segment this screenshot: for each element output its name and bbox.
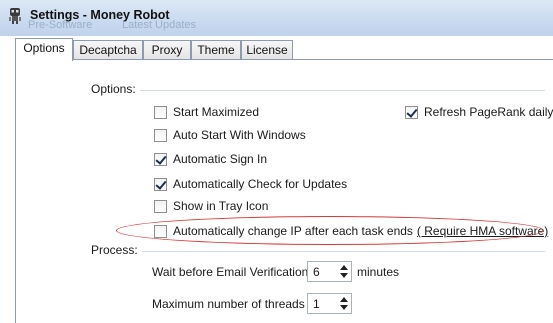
- chevron-down-icon[interactable]: [340, 305, 348, 310]
- group-divider: [140, 90, 545, 91]
- chevron-down-icon[interactable]: [340, 273, 348, 278]
- checkbox-label: Start Maximized: [173, 105, 260, 119]
- stepper-buttons[interactable]: [338, 294, 351, 313]
- tray-icon-checkbox[interactable]: Show in Tray Icon: [154, 198, 268, 214]
- background-text: Pre-Software: [28, 19, 93, 31]
- tab-license[interactable]: License: [241, 40, 293, 60]
- background-text: Latest Updates: [122, 19, 196, 31]
- tab-proxy[interactable]: Proxy: [143, 40, 191, 60]
- group-divider: [142, 251, 545, 252]
- checkbox-label: Show in Tray Icon: [173, 199, 269, 213]
- checkbox-label: Auto Start With Windows: [173, 128, 306, 142]
- checkbox-box[interactable]: [154, 199, 167, 213]
- minutes-unit: minutes: [357, 265, 400, 279]
- checkbox-box[interactable]: [154, 177, 167, 191]
- tab-theme[interactable]: Theme: [191, 40, 241, 60]
- checkbox-label: Refresh PageRank daily: [424, 105, 553, 119]
- max-threads-label: Maximum number of threads: [152, 297, 305, 311]
- chevron-up-icon[interactable]: [340, 265, 348, 270]
- email-wait-label: Wait before Email Verification:: [152, 265, 312, 279]
- title-bar: Settings - Money Robot Pre-Software Late…: [0, 0, 553, 36]
- options-group-label: Options:: [91, 82, 136, 96]
- checkbox-box[interactable]: [154, 152, 167, 166]
- stepper-value[interactable]: 6: [313, 265, 320, 279]
- process-group-label: Process:: [91, 243, 138, 257]
- check-updates-checkbox[interactable]: Automatically Check for Updates: [154, 176, 347, 192]
- checkbox-label: Automatically Check for Updates: [173, 177, 348, 191]
- auto-start-checkbox[interactable]: Auto Start With Windows: [154, 127, 306, 143]
- stepper-value[interactable]: 1: [313, 297, 320, 311]
- refresh-pagerank-checkbox[interactable]: Refresh PageRank daily: [405, 104, 553, 120]
- checkbox-box[interactable]: [154, 105, 167, 119]
- chevron-up-icon[interactable]: [340, 297, 348, 302]
- checkbox-box[interactable]: [154, 128, 167, 142]
- automatic-sign-in-checkbox[interactable]: Automatic Sign In: [154, 151, 267, 167]
- tab-decaptcha[interactable]: Decaptcha: [73, 40, 143, 60]
- checkbox-label: Automatic Sign In: [173, 152, 268, 166]
- start-maximized-checkbox[interactable]: Start Maximized: [154, 104, 259, 120]
- stepper-buttons[interactable]: [338, 262, 351, 281]
- highlight-ellipse: [116, 216, 544, 245]
- checkbox-box[interactable]: [405, 105, 418, 119]
- email-wait-stepper[interactable]: 6: [307, 261, 352, 282]
- robot-app-icon: [9, 8, 21, 24]
- tab-options[interactable]: Options: [15, 38, 73, 61]
- max-threads-stepper[interactable]: 1: [307, 293, 352, 314]
